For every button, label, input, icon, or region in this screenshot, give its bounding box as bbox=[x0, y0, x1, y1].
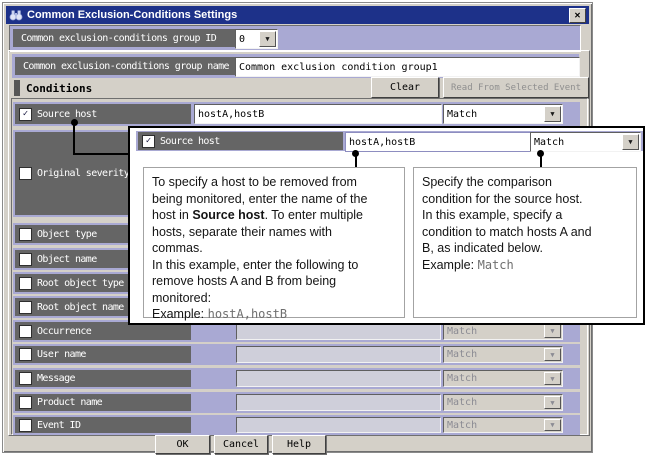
match-condition-note: Specify the comparisoncondition for the … bbox=[413, 167, 637, 318]
original-severity-level-checkbox[interactable] bbox=[19, 167, 32, 180]
root-object-type-checkbox[interactable] bbox=[19, 277, 32, 290]
condition-label: Message bbox=[37, 373, 75, 384]
callout-source-host-checkbox[interactable]: ✓ bbox=[142, 135, 155, 148]
user-name-condition-select: Match ▼ bbox=[443, 346, 563, 363]
source-host-checkbox[interactable]: ✓ bbox=[19, 108, 32, 121]
condition-row-user-name: User name Match ▼ bbox=[13, 344, 580, 365]
condition-labelbar: ✓ Source host bbox=[15, 104, 191, 124]
product-name-condition-select: Match ▼ bbox=[443, 394, 563, 411]
condition-label: Object name bbox=[37, 254, 97, 265]
condition-select-value: Match bbox=[447, 349, 477, 360]
condition-select-value: Match bbox=[447, 373, 477, 384]
ok-button[interactable]: OK bbox=[155, 435, 210, 454]
condition-labelbar: User name bbox=[15, 346, 191, 363]
chevron-down-icon[interactable]: ▼ bbox=[544, 106, 561, 122]
condition-select-value: Match bbox=[447, 420, 477, 431]
callout-row-labelbar: ✓ Source host bbox=[138, 132, 343, 150]
message-condition-select: Match ▼ bbox=[443, 370, 563, 387]
user-name-checkbox[interactable] bbox=[19, 348, 32, 361]
root-object-name-checkbox[interactable] bbox=[19, 301, 32, 314]
occurrence-checkbox[interactable] bbox=[19, 325, 32, 338]
condition-label: Product name bbox=[37, 397, 102, 408]
note-pointer-line bbox=[540, 155, 542, 167]
source-host-note: To specify a host to be removed frombein… bbox=[143, 167, 405, 318]
callout-source-host-input[interactable]: hostA,hostB bbox=[345, 132, 531, 152]
event-id-value-input bbox=[236, 417, 441, 433]
condition-label: Source host bbox=[37, 109, 97, 120]
object-type-checkbox[interactable] bbox=[19, 228, 32, 241]
condition-label: User name bbox=[37, 349, 86, 360]
callout-source-host-label: Source host bbox=[160, 136, 220, 147]
event-id-condition-select: Match ▼ bbox=[443, 417, 563, 433]
condition-label: Event ID bbox=[37, 420, 80, 431]
cancel-button[interactable]: Cancel bbox=[214, 435, 268, 454]
callout-source-host-value: hostA,hostB bbox=[349, 137, 415, 148]
chevron-down-icon: ▼ bbox=[544, 372, 561, 385]
condition-select-value: Match bbox=[447, 397, 477, 408]
chevron-down-icon: ▼ bbox=[544, 324, 561, 338]
message-value-input bbox=[236, 370, 441, 387]
condition-label: Occurrence bbox=[37, 326, 91, 337]
screenshot-stage: Common Exclusion-Conditions Settings ✕ C… bbox=[0, 0, 648, 456]
condition-select-value: Match bbox=[447, 326, 477, 337]
help-button[interactable]: Help bbox=[272, 435, 326, 454]
chevron-down-icon[interactable]: ▼ bbox=[622, 134, 639, 150]
product-name-value-input bbox=[236, 394, 441, 411]
condition-labelbar: Event ID bbox=[15, 417, 191, 433]
condition-row-product-name: Product name Match ▼ bbox=[13, 392, 580, 413]
condition-row-event-id: Event ID Match ▼ bbox=[13, 415, 580, 435]
source-host-value-input[interactable]: hostA,hostB bbox=[194, 104, 442, 124]
chevron-down-icon: ▼ bbox=[544, 419, 561, 431]
condition-row-message: Message Match ▼ bbox=[13, 368, 580, 389]
callout-match-select[interactable]: Match ▼ bbox=[530, 132, 641, 152]
condition-labelbar: Message bbox=[15, 370, 191, 387]
chevron-down-icon: ▼ bbox=[544, 396, 561, 409]
user-name-value-input bbox=[236, 346, 441, 363]
condition-label: Root object name bbox=[37, 302, 124, 313]
condition-select-value: Match bbox=[447, 109, 477, 120]
message-checkbox[interactable] bbox=[19, 372, 32, 385]
object-name-checkbox[interactable] bbox=[19, 253, 32, 266]
callout-row-band: ✓ Source host hostA,hostB Match ▼ bbox=[136, 131, 643, 151]
callout-box: ✓ Source host hostA,hostB Match ▼ To spe… bbox=[128, 126, 645, 325]
callout-match-value: Match bbox=[534, 137, 564, 148]
chevron-down-icon: ▼ bbox=[544, 348, 561, 361]
condition-label: Root object type bbox=[37, 278, 124, 289]
product-name-checkbox[interactable] bbox=[19, 396, 32, 409]
note-pointer-line bbox=[355, 155, 357, 167]
condition-labelbar: Product name bbox=[15, 394, 191, 411]
event-id-checkbox[interactable] bbox=[19, 419, 32, 432]
callout-connector-line bbox=[73, 123, 133, 155]
condition-label: Object type bbox=[37, 229, 97, 240]
source-host-condition-select[interactable]: Match ▼ bbox=[443, 104, 563, 124]
